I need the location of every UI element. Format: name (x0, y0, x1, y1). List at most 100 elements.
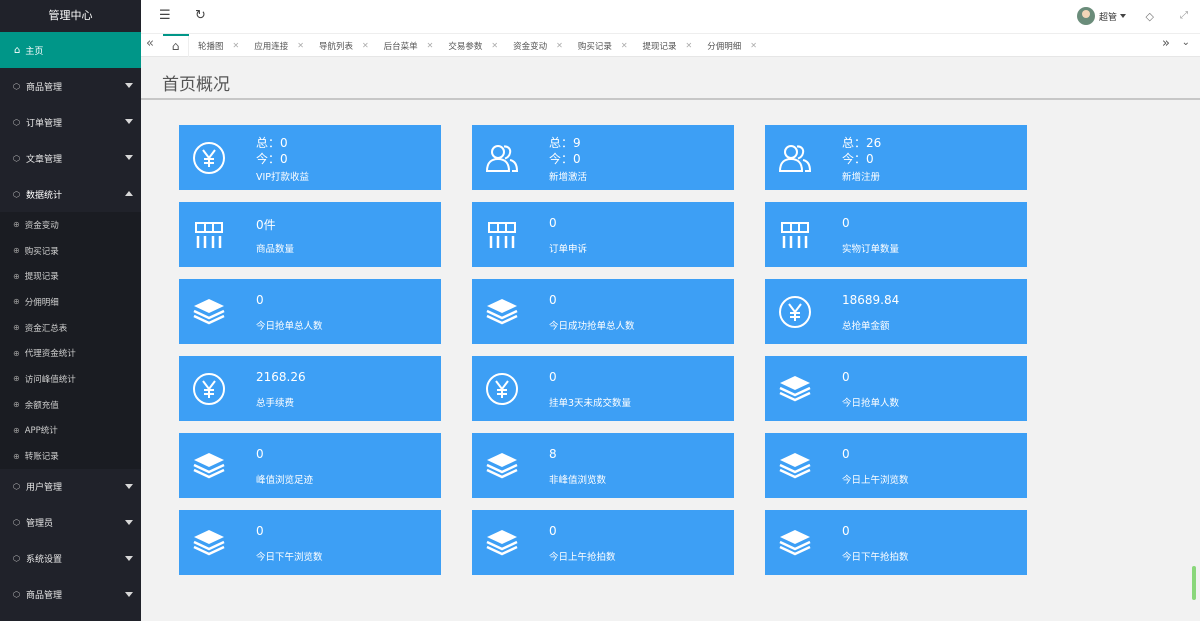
tag-icon[interactable]: ◇ (1146, 10, 1154, 23)
chevron-down-icon[interactable]: ⌄ (1182, 37, 1190, 48)
tab-item[interactable]: 导航列表 ✕ (312, 34, 377, 57)
sidebar-subitem[interactable]: ⊕ 购买记录 (0, 238, 141, 264)
stat-value: 0 (549, 524, 557, 538)
scroll-left-icon[interactable]: « (146, 36, 154, 51)
stat-card[interactable]: 总：26 今：0 新增注册 (765, 125, 1027, 190)
stat-card[interactable]: 0 今日抢单人数 (765, 356, 1027, 421)
stat-card[interactable]: 0 今日抢单总人数 (179, 279, 441, 344)
sidebar-subitem[interactable]: ⊕ 转账记录 (0, 443, 141, 469)
stat-card[interactable]: 0 今日上午抢拍数 (472, 510, 734, 575)
tab-item[interactable]: 交易参数 ✕ (441, 34, 506, 57)
stat-card[interactable]: 0 实物订单数量 (765, 202, 1027, 267)
stat-card[interactable]: 8 非峰值浏览数 (472, 433, 734, 498)
sidebar-subitem[interactable]: ⊕ 访问峰值统计 (0, 366, 141, 392)
stat-label: 今日下午抢拍数 (842, 552, 909, 563)
cube-icon: ⬡ (13, 117, 20, 127)
layers-icon (191, 294, 227, 330)
stat-card[interactable]: 总：9 今：0 新增激活 (472, 125, 734, 190)
tab-item[interactable]: 轮播图 ✕ (191, 34, 247, 57)
stat-card[interactable]: 0 今日下午抢拍数 (765, 510, 1027, 575)
stat-label: 新增注册 (842, 172, 881, 183)
stat-card[interactable]: 总：0 今：0 VIP打款收益 (179, 125, 441, 190)
fullscreen-icon[interactable]: ⤢ (1180, 10, 1188, 21)
circle-plus-icon: ⊕ (13, 220, 20, 230)
user-menu[interactable]: 超管 (1076, 7, 1126, 25)
page-title: 首页概况 (162, 75, 230, 95)
cube-icon: ⬡ (13, 518, 20, 528)
stat-value: 0 (256, 524, 264, 538)
sidebar-subitem[interactable]: ⊕ 代理资金统计 (0, 340, 141, 366)
tab-item[interactable]: 分佣明细 ✕ (700, 34, 765, 57)
close-icon[interactable]: ✕ (556, 41, 563, 50)
stat-card[interactable]: 0 今日成功抢单总人数 (472, 279, 734, 344)
close-icon[interactable]: ✕ (750, 41, 757, 50)
sidebar-group-settings[interactable]: ⬡ 系统设置 (0, 541, 141, 577)
sidebar-group-admins[interactable]: ⬡ 管理员 (0, 505, 141, 541)
sidebar-group-statistics[interactable]: ⬡ 数据统计 (0, 176, 141, 212)
sidebar-subitem[interactable]: ⊕ 资金汇总表 (0, 315, 141, 341)
stat-value: 2168.26 (256, 370, 306, 384)
tabs: 轮播图 ✕ 应用连接 ✕ 导航列表 ✕ 后台菜单 ✕ 交易参数 ✕ 资金变动 ✕ 购买记录 ✕… (191, 34, 765, 57)
caret-down-icon (125, 555, 133, 561)
sidebar-group-orders[interactable]: ⬡ 订单管理 (0, 104, 141, 140)
stat-value: 0件 (256, 218, 276, 232)
close-icon[interactable]: ✕ (491, 41, 498, 50)
sidebar-item-label: 资金汇总表 (24, 323, 68, 334)
stat-total: 总：26 (842, 136, 882, 150)
stat-card[interactable]: 18689.84 总抢单金额 (765, 279, 1027, 344)
stat-card[interactable]: 0 峰值浏览足迹 (179, 433, 441, 498)
tab-item[interactable]: 购买记录 ✕ (571, 34, 636, 57)
sidebar-group-articles[interactable]: ⬡ 文章管理 (0, 140, 141, 176)
refresh-icon[interactable]: ↻ (195, 8, 206, 23)
scrollbar[interactable] (1192, 566, 1196, 600)
close-icon[interactable]: ✕ (297, 41, 304, 50)
scroll-right-icon[interactable]: » (1162, 36, 1170, 51)
tab-home[interactable]: ⌂ (163, 34, 189, 57)
close-icon[interactable]: ✕ (686, 41, 693, 50)
menu-collapse-icon[interactable]: ☰ (159, 8, 171, 23)
tab-item[interactable]: 资金变动 ✕ (506, 34, 571, 57)
cube-icon: ⬡ (13, 482, 20, 492)
sidebar-item-home[interactable]: ⌂ 主页 (0, 32, 141, 68)
close-icon[interactable]: ✕ (233, 41, 240, 50)
stat-card[interactable]: 0 订单申诉 (472, 202, 734, 267)
grid-icon (777, 217, 813, 253)
sidebar-item-label: APP统计 (24, 426, 58, 437)
stat-label: VIP打款收益 (256, 172, 310, 183)
sidebar-group-goods-2[interactable]: ⬡ 商品管理 (0, 577, 141, 613)
stat-label: 今日下午浏览数 (256, 552, 323, 563)
tab-item[interactable]: 提现记录 ✕ (636, 34, 701, 57)
caret-down-icon (125, 519, 133, 525)
sidebar-subitem[interactable]: ⊕ 资金变动 (0, 212, 141, 238)
stat-card[interactable]: 2168.26 总手续费 (179, 356, 441, 421)
stat-card[interactable]: 0 今日下午浏览数 (179, 510, 441, 575)
stat-card[interactable]: 0 今日上午浏览数 (765, 433, 1027, 498)
stat-label: 今日成功抢单总人数 (549, 321, 635, 332)
sidebar-subitem[interactable]: ⊕ 提现记录 (0, 263, 141, 289)
tab-item[interactable]: 应用连接 ✕ (247, 34, 312, 57)
sidebar-group-users[interactable]: ⬡ 用户管理 (0, 469, 141, 505)
close-icon[interactable]: ✕ (362, 41, 369, 50)
tab-label: 轮播图 (198, 41, 224, 52)
sidebar-item-label: 数据统计 (25, 190, 62, 201)
sidebar-item-label: 资金变动 (24, 220, 59, 231)
sidebar-subitem[interactable]: ⊕ 分佣明细 (0, 289, 141, 315)
tab-label: 资金变动 (513, 41, 548, 52)
close-icon[interactable]: ✕ (427, 41, 434, 50)
stat-card[interactable]: 0 挂单3天未成交数量 (472, 356, 734, 421)
circle-plus-icon: ⊕ (13, 400, 20, 410)
layers-icon (191, 525, 227, 561)
sidebar-subitem[interactable]: ⊕ 余额充值 (0, 392, 141, 418)
sidebar-subitem[interactable]: ⊕ APP统计 (0, 418, 141, 444)
tab-item[interactable]: 后台菜单 ✕ (377, 34, 442, 57)
sidebar-item-label: 用户管理 (25, 483, 62, 494)
sidebar-group-goods[interactable]: ⬡ 商品管理 (0, 68, 141, 104)
users-icon (484, 140, 520, 176)
stat-value: 0 (549, 216, 557, 230)
close-icon[interactable]: ✕ (621, 41, 628, 50)
stat-value: 0 (842, 447, 850, 461)
stat-label: 总手续费 (256, 398, 295, 409)
tab-label: 应用连接 (254, 41, 289, 52)
stat-card[interactable]: 0件 商品数量 (179, 202, 441, 267)
cube-icon: ⬡ (13, 81, 20, 91)
